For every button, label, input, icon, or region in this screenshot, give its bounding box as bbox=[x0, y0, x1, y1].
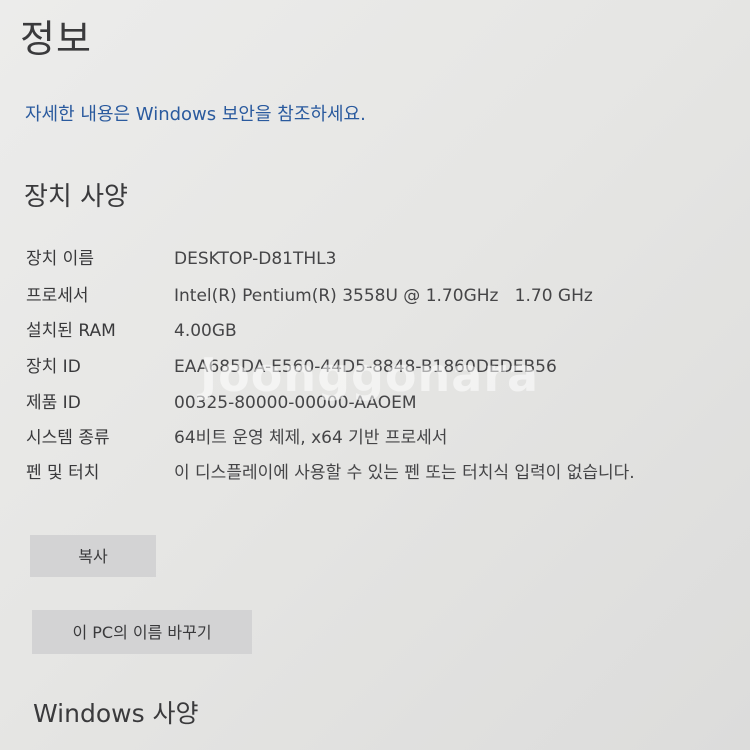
spec-label: 장치 이름 bbox=[26, 249, 94, 269]
spec-value: 4.00GB bbox=[174, 321, 237, 341]
spec-value: 이 디스플레이에 사용할 수 있는 펜 또는 터치식 입력이 없습니다. bbox=[174, 463, 635, 483]
windows-specs-title: Windows 사양 bbox=[33, 699, 199, 728]
spec-value: Intel(R) Pentium(R) 3558U @ 1.70GHz 1.70… bbox=[174, 286, 593, 306]
spec-value: EAA685DA-E560-44D5-8848-B1860DEDEB56 bbox=[174, 357, 557, 377]
spec-label: 시스템 종류 bbox=[26, 428, 110, 448]
device-specs-title: 장치 사양 bbox=[24, 182, 128, 212]
spec-label: 제품 ID bbox=[26, 393, 81, 413]
windows-security-link[interactable]: 자세한 내용은 Windows 보안을 참조하세요. bbox=[25, 100, 366, 126]
copy-button[interactable]: 복사 bbox=[30, 535, 156, 577]
spec-label: 장치 ID bbox=[26, 357, 81, 377]
page-title: 정보 bbox=[20, 17, 92, 61]
spec-value: 00325-80000-00000-AAOEM bbox=[174, 393, 417, 413]
spec-label: 설치된 RAM bbox=[26, 321, 116, 341]
spec-label: 펜 및 터치 bbox=[26, 463, 100, 483]
spec-value: 64비트 운영 체제, x64 기반 프로세서 bbox=[174, 428, 448, 448]
rename-pc-button[interactable]: 이 PC의 이름 바꾸기 bbox=[32, 610, 252, 654]
spec-label: 프로세서 bbox=[26, 286, 89, 306]
spec-value: DESKTOP-D81THL3 bbox=[174, 249, 337, 269]
